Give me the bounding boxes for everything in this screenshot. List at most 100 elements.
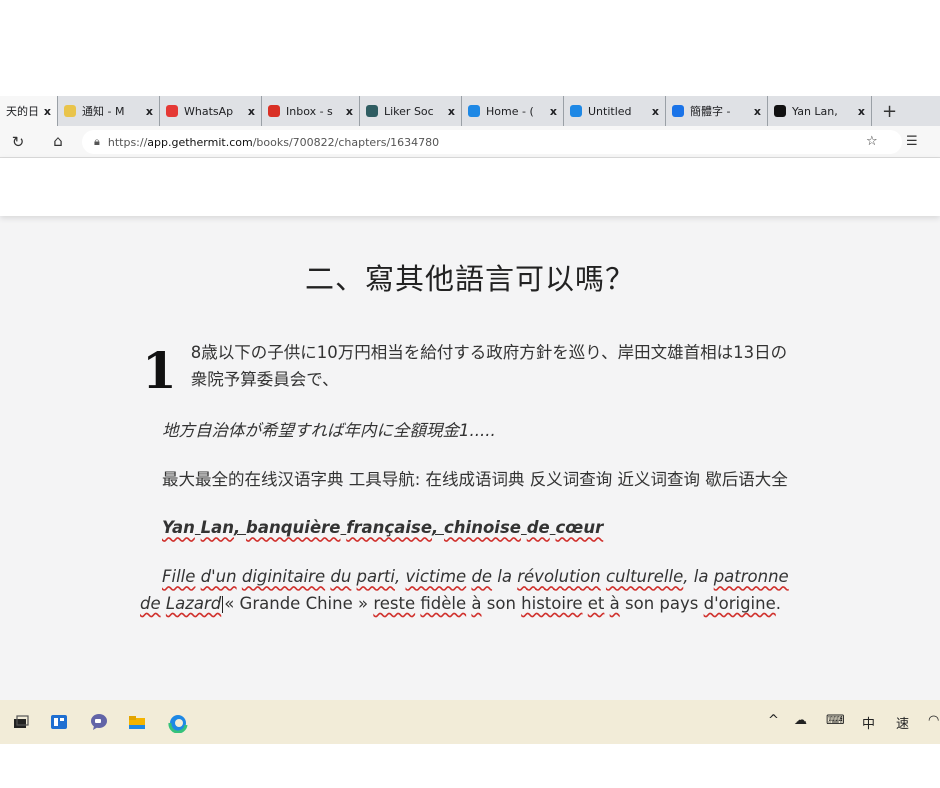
tab-label: 天的日 [6,105,38,118]
paragraph-5-tail: « Grande Chine » reste fidèle à son hist… [224,594,781,613]
show-hidden-icons-button[interactable]: ^ [768,713,779,728]
task-view-icon[interactable] [12,713,30,731]
text-segment: victime [405,567,467,587]
ime-language-indicator[interactable]: 中 [862,713,875,732]
close-tab-icon[interactable]: x [550,105,557,118]
tab-label: Yan Lan, [792,104,838,118]
tab-label: 簡體字 - [690,105,731,118]
close-tab-icon[interactable]: x [346,105,353,118]
reader-page: 二、寫其他語言可以嗎？ 1 8歳以下の子供に10万円相当を給付する政府方針を巡り… [0,158,940,700]
text-segment: , la [683,567,714,587]
text-segment: « Grande Chine » [224,593,374,613]
tab-7[interactable]: Untitled x [564,96,666,126]
new-tab-button[interactable]: + [872,101,907,122]
m-icon [774,105,786,117]
heading-word: cœur [555,518,604,538]
text-segment: d'un [200,567,237,587]
text-segment: parti [356,567,395,587]
text-segment: histoire [521,593,583,613]
edge-icon [570,105,582,117]
paragraph-4-heading: Yan Lan, banquière française, chinoise d… [140,515,802,542]
url-host: app.gethermit.com [147,135,253,149]
tab-4[interactable]: Inbox - s x [262,96,360,126]
close-tab-icon[interactable]: x [44,105,51,118]
add-favorite-icon[interactable]: ☆ [866,134,878,149]
chapter-title: 二、寫其他語言可以嗎？ [304,262,635,296]
tab-6[interactable]: Home - ( x [462,96,564,126]
tab-3[interactable]: WhatsAp x [160,96,262,126]
whatsapp-icon [166,105,178,117]
lock-icon[interactable]: 🔒︎ [94,135,100,149]
text-segment: son [481,593,522,613]
tab-label: Liker Soc [384,104,434,118]
heading-word: française [346,518,433,538]
keyboard-icon[interactable]: ⌨ [826,713,845,728]
notification-icon [64,105,76,117]
text-segment: de [140,593,161,613]
tab-1[interactable]: 天的日 x [0,96,58,126]
heading-word: , [234,518,247,538]
url-scheme: https:// [107,135,148,149]
text-segment: révolution [517,567,601,587]
tab-label: Inbox - s [286,104,333,118]
chapter-content[interactable]: 1 8歳以下の子供に10万円相当を給付する政府方針を巡り、岸田文雄首相は13日の… [140,340,802,640]
wifi-icon[interactable]: ◠ [928,713,939,728]
favorites-icon[interactable]: ☰ [906,134,918,149]
browser-tab-strip: 天的日 x 通知 - Mx WhatsAp x Inbox - s x Liker Soc x H… [0,96,940,126]
screen: 天的日 x 通知 - Mx WhatsAp x Inbox - s x Liker Soc x H… [0,0,940,788]
ime-mode-indicator[interactable]: 速 [896,713,909,732]
text-segment: à [609,593,620,613]
drop-cap: 1 [142,341,177,396]
tab-label: Home - ( [486,104,534,118]
onedrive-icon[interactable]: ☁ [794,713,807,728]
teams-chat-icon[interactable] [90,713,108,731]
tab-label: WhatsAp [184,104,234,118]
address-bar[interactable]: 🔒︎ https:// app.gethermit.com /books/700… [82,130,902,154]
tab-label: Untitled [588,104,632,118]
text-segment: de [471,567,493,587]
close-tab-icon[interactable]: x [248,105,255,118]
heading-word: banquière [246,518,341,538]
tab-2[interactable]: 通知 - M x [58,96,160,126]
text-segment: diginitaire [241,567,326,587]
tab-8[interactable]: 簡體字 - x [666,96,768,126]
edge-icon [468,105,480,117]
widgets-icon[interactable] [50,713,68,731]
paragraph-1: 1 8歳以下の子供に10万円相当を給付する政府方針を巡り、岸田文雄首相は13日の… [140,340,802,396]
close-tab-icon[interactable]: x [858,105,865,118]
tab-5[interactable]: Liker Soc x [360,96,462,126]
text-segment: et [587,593,605,613]
close-tab-icon[interactable]: x [448,105,455,118]
address-toolbar: ↻ ⌂ 🔒︎ https:// app.gethermit.com /books… [0,126,940,158]
text-segment: d'origine [703,593,776,613]
text-segment: du [330,567,352,587]
refresh-icon[interactable]: ↻ [0,133,36,151]
text-segment: patronne [713,567,789,587]
tab-label: 通知 - M [82,105,125,118]
paragraph-5: Fille d'un diginitaire du parti, victime… [140,564,802,617]
heading-word: Yan [162,518,195,538]
close-tab-icon[interactable]: x [652,105,659,118]
taskbar: ^ ☁ ⌨ 中 速 ◠ [0,700,940,744]
file-explorer-icon[interactable] [128,713,146,731]
bing-icon [672,105,684,117]
text-segment: Fille [162,567,196,587]
text-segment: à [471,593,482,613]
text-segment: culturelle [605,567,684,587]
close-tab-icon[interactable]: x [146,105,153,118]
edge-icon[interactable] [168,713,188,734]
text-segment: fidèle [420,593,467,613]
home-icon[interactable]: ⌂ [40,132,76,150]
tab-9[interactable]: Yan Lan, x [768,96,872,126]
text-segment: Lazard [165,593,222,613]
heading-word: de [526,518,550,538]
paragraph-2: 地方自治体が希望すれば年内に全額現金1..... [162,421,496,440]
close-tab-icon[interactable]: x [754,105,761,118]
text-segment: , [394,567,406,587]
paragraph-1-text: 8歳以下の子供に10万円相当を給付する政府方針を巡り、岸田文雄首相は13日の衆院… [190,343,788,389]
heading-word: , [432,518,445,538]
site-header [0,158,940,216]
gmail-icon [268,105,280,117]
text-segment: . [775,593,781,613]
heading-word: Lan [200,518,235,538]
